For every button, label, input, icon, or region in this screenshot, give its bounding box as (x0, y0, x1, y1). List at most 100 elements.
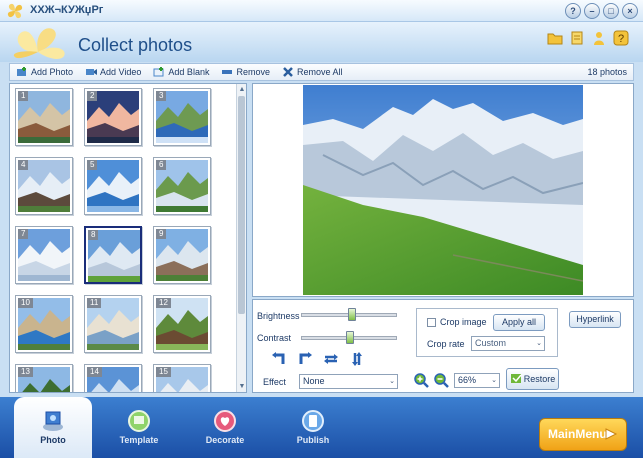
photo-thumbnail[interactable]: 15 (153, 364, 211, 392)
tab-publish[interactable]: Publish (278, 409, 348, 445)
adjustment-panel: Brightness Contrast Effect None ⌄ Crop i… (252, 299, 634, 393)
thumbnail-number: 3 (156, 91, 167, 101)
hyperlink-button[interactable]: Hyperlink (569, 311, 621, 328)
effect-select[interactable]: None ⌄ (299, 374, 398, 389)
crop-rate-label: Crop rate (427, 339, 465, 349)
scroll-down-arrow-icon[interactable]: ▼ (238, 382, 246, 391)
zoom-in-icon[interactable] (413, 372, 429, 388)
tab-template[interactable]: Template (104, 409, 174, 445)
zoom-select-value: 66% (458, 375, 477, 385)
add-blank-icon (153, 67, 164, 77)
brightness-slider-knob[interactable] (348, 308, 356, 321)
remove-all-icon (283, 67, 293, 77)
close-button[interactable]: × (622, 3, 638, 19)
maximize-button[interactable]: □ (603, 3, 619, 19)
dropdown-arrow-icon: ⌄ (536, 340, 542, 347)
contrast-label: Contrast (257, 333, 292, 343)
app-logo-icon (7, 3, 23, 19)
flip-vertical-icon[interactable] (349, 351, 365, 367)
user-icon[interactable] (591, 30, 607, 46)
window-title: ХХЖ¬КУЖџРг (30, 4, 104, 16)
crop-settings-group: Crop image Apply all Crop rate Custom ⌄ (416, 308, 558, 357)
effect-label: Effect (263, 377, 286, 387)
thumbnail-number: 13 (18, 367, 33, 377)
photo-thumbnail[interactable]: 5 (84, 157, 142, 215)
thumbnail-number: 8 (88, 230, 99, 240)
thumbnail-number: 14 (87, 367, 102, 377)
thumbnail-panel: 1 2 3 4 5 6 7 8 9 10 11 12 13 14 15 ▲ ▼ (9, 83, 247, 393)
tab-publish-label: Publish (296, 435, 330, 445)
thumbnail-number: 9 (156, 229, 167, 239)
restore-label: Restore (523, 374, 556, 384)
zoom-select[interactable]: 66% ⌄ (454, 373, 500, 388)
photo-thumbnail[interactable]: 4 (15, 157, 73, 215)
title-bar: ХХЖ¬КУЖџРг ? – □ × (0, 0, 643, 22)
remove-all-button[interactable]: Remove All (282, 66, 343, 78)
flower-logo-icon (13, 28, 65, 59)
thumbnail-scrollbar[interactable]: ▲ ▼ (236, 84, 246, 392)
contrast-slider-knob[interactable] (346, 331, 354, 344)
svg-text:?: ? (618, 33, 624, 45)
add-video-button[interactable]: Add Video (85, 66, 141, 78)
apply-all-button[interactable]: Apply all (493, 314, 545, 331)
dropdown-arrow-icon: ⌄ (389, 378, 395, 385)
photo-thumbnail[interactable]: 7 (15, 226, 73, 284)
tab-photo[interactable]: Photo (14, 397, 92, 458)
photo-thumbnail[interactable]: 3 (153, 88, 211, 146)
crop-rate-select[interactable]: Custom ⌄ (471, 336, 545, 351)
page-header: Collect photos ? (0, 22, 643, 62)
scrollbar-thumb[interactable] (238, 96, 245, 314)
scroll-up-arrow-icon[interactable]: ▲ (238, 85, 246, 94)
thumbnail-number: 6 (156, 160, 167, 170)
tab-decorate[interactable]: Decorate (190, 409, 260, 445)
remove-label: Remove (236, 67, 270, 77)
photo-thumbnail[interactable]: 13 (15, 364, 73, 392)
brightness-slider[interactable] (301, 308, 397, 321)
tab-photo-label: Photo (40, 435, 66, 445)
add-video-icon (86, 69, 98, 75)
photo-thumbnail[interactable]: 2 (84, 88, 142, 146)
effect-select-value: None (303, 376, 325, 386)
photo-thumbnail[interactable]: 8 (84, 226, 142, 284)
preview-panel (252, 83, 634, 297)
crop-image-checkbox[interactable] (427, 318, 436, 327)
help-window-button[interactable]: ? (565, 3, 581, 19)
tab-template-label: Template (119, 435, 159, 445)
thumbnail-number: 5 (87, 160, 98, 170)
brightness-label: Brightness (257, 311, 300, 321)
restore-icon (511, 374, 522, 383)
thumbnail-number: 15 (156, 367, 171, 377)
dropdown-arrow-icon: ⌄ (491, 377, 497, 384)
add-photo-label: Add Photo (31, 67, 74, 77)
thumbnail-number: 2 (87, 91, 98, 101)
photo-thumbnail[interactable]: 14 (84, 364, 142, 392)
crop-rate-select-value: Custom (475, 338, 507, 348)
thumbnail-number: 11 (87, 298, 102, 308)
help-icon[interactable]: ? (613, 30, 629, 46)
photo-thumbnail[interactable]: 1 (15, 88, 73, 146)
photo-thumbnail[interactable]: 11 (84, 295, 142, 353)
zoom-out-icon[interactable] (433, 372, 449, 388)
flip-horizontal-icon[interactable] (323, 351, 339, 367)
thumbnail-number: 7 (18, 229, 29, 239)
contrast-slider[interactable] (301, 331, 397, 344)
add-photo-button[interactable]: Add Photo (16, 66, 73, 78)
add-blank-button[interactable]: Add Blank (153, 66, 209, 78)
photo-thumbnail[interactable]: 12 (153, 295, 211, 353)
notes-icon[interactable] (569, 30, 585, 46)
photo-thumbnail[interactable]: 9 (153, 226, 211, 284)
add-photo-icon (17, 67, 26, 76)
rotate-right-icon[interactable] (297, 351, 313, 367)
arrow-right-icon (605, 428, 618, 440)
remove-button[interactable]: Remove (221, 66, 270, 78)
minimize-button[interactable]: – (584, 3, 600, 19)
page-title: Collect photos (78, 35, 193, 55)
photo-thumbnail[interactable]: 10 (15, 295, 73, 353)
folder-icon[interactable] (547, 30, 563, 46)
photo-thumbnail[interactable]: 6 (153, 157, 211, 215)
thumbnail-number: 4 (18, 160, 29, 170)
restore-button[interactable]: Restore (506, 368, 559, 390)
main-menu-button[interactable]: MainMenu (539, 418, 627, 451)
preview-image[interactable] (303, 85, 583, 295)
rotate-left-icon[interactable] (271, 351, 287, 367)
